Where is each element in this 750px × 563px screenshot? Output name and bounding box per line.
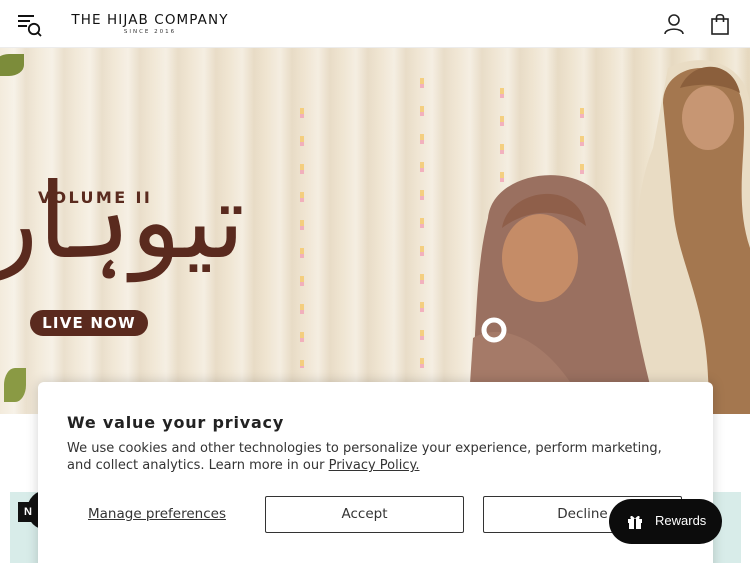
brand-logo[interactable]: THE HIJAB COMPANY SINCE 2016 xyxy=(64,12,236,36)
rewards-label: Rewards xyxy=(655,513,707,528)
hero-title-urdu: تیوہار xyxy=(0,160,245,282)
privacy-body: We use cookies and other technologies to… xyxy=(67,440,677,474)
site-header: THE HIJAB COMPANY SINCE 2016 xyxy=(0,0,750,48)
models-photo xyxy=(468,60,750,414)
page: THE HIJAB COMPANY SINCE 2016 تیوہار VOLU… xyxy=(0,0,750,563)
flower-garland xyxy=(420,78,424,378)
menu-search-icon[interactable] xyxy=(17,12,43,38)
accept-button[interactable]: Accept xyxy=(265,496,464,533)
live-now-button[interactable]: LIVE NOW xyxy=(30,310,148,336)
manage-preferences-link[interactable]: Manage preferences xyxy=(88,506,226,522)
new-badge: N xyxy=(18,502,40,522)
hero-banner[interactable]: تیوہار VOLUME II LIVE NOW xyxy=(0,48,750,414)
hero-volume-label: VOLUME II xyxy=(38,188,153,207)
leaf-decoration xyxy=(4,368,26,402)
rewards-button[interactable]: Rewards xyxy=(609,499,722,544)
gift-icon xyxy=(626,512,644,530)
account-icon[interactable] xyxy=(662,12,686,36)
flower-garland xyxy=(300,108,304,368)
privacy-title: We value your privacy xyxy=(67,413,285,432)
brand-tagline: SINCE 2016 xyxy=(123,29,177,35)
shopping-bag-icon[interactable] xyxy=(708,12,732,36)
brand-name: THE HIJAB COMPANY xyxy=(71,12,229,28)
privacy-dialog: We value your privacy We use cookies and… xyxy=(38,382,713,563)
privacy-policy-link[interactable]: Privacy Policy. xyxy=(329,458,420,473)
